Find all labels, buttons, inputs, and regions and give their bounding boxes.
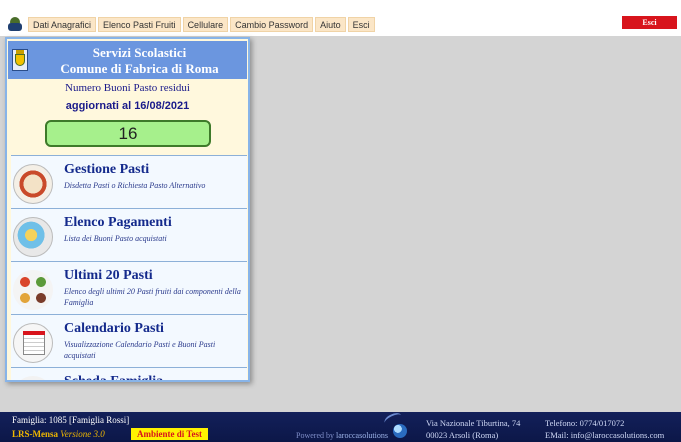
family-info: Famiglia: 1085 [Famiglia Rossi] [12,415,130,425]
top-menu-bar: Dati Anagrafici Elenco Pasti Fruiti Cell… [0,0,681,36]
residual-tickets-label: Numero Buoni Pasto residui [65,82,190,94]
company-logo-icon [393,424,407,438]
powered-brand: laroccasolutions [336,431,388,440]
email-address[interactable]: EMail: info@laroccasolutions.com [545,430,664,440]
entry-title: Calendario Pasti [64,321,164,336]
menu-cambio-password[interactable]: Cambio Password [230,16,314,32]
residual-tickets-count: 16 [45,120,211,147]
menu-entry-gestione-pasti[interactable]: Gestione Pasti Disdetta Pasti o Richiest… [11,156,247,209]
menu-entry-ultimi-20-pasti[interactable]: Ultimi 20 Pasti Elenco degli ultimi 20 P… [11,262,247,315]
services-panel: Servizi Scolastici Comune di Fabrica di … [5,37,250,382]
powered-by[interactable]: Powered by laroccasolutions [296,431,388,440]
powered-prefix: Powered by [296,431,334,440]
menu-aiuto[interactable]: Aiuto [315,16,346,32]
panel-title: Servizi Scolastici [92,45,187,60]
family-app-icon[interactable] [8,17,22,31]
menu-dati-anagrafici[interactable]: Dati Anagrafici [28,16,97,32]
menu-entry-elenco-pagamenti[interactable]: Elenco Pagamenti Lista dei Buoni Pasto a… [11,209,247,262]
entry-title: Scheda Famiglia [64,374,164,382]
menu-esci[interactable]: Esci [347,16,375,32]
entry-description: Visualizzazione Calendario Pasti e Buoni… [64,340,216,360]
entry-title: Ultimi 20 Pasti [64,268,153,283]
phone-number: Telefono: 0774/017072 [545,418,625,428]
app-version: LRS-Mensa Versione 3.0 [12,429,105,439]
menu-cellulare[interactable]: Cellulare [182,16,229,32]
services-menu-list: Gestione Pasti Disdetta Pasti o Richiest… [11,155,247,382]
menu-entry-calendario-pasti[interactable]: Calendario Pasti Visualizzazione Calenda… [11,315,247,368]
entry-description: Elenco degli ultimi 20 Pasti fruiti dai … [64,287,241,307]
address-street: Via Nazionale Tiburtina, 74 [426,418,521,428]
entry-description: Lista dei Buoni Pasto acquistati [64,234,167,243]
entry-title: Gestione Pasti [64,162,150,177]
updated-date-label: aggiornati al 16/08/2021 [65,100,190,112]
footer-bar: Famiglia: 1085 [Famiglia Rossi] LRS-Mens… [0,410,681,442]
menu-elenco-pasti-fruiti[interactable]: Elenco Pasti Fruiti [98,16,181,32]
payments-icon [13,217,53,257]
meal-plate-icon [13,164,53,204]
family-icon [13,376,53,380]
calendar-icon [13,323,53,363]
app-name: LRS-Mensa [12,429,59,439]
entry-description: Disdetta Pasti o Richiesta Pasto Alterna… [64,181,206,190]
main-menu: Dati Anagrafici Elenco Pasti Fruiti Cell… [8,16,377,32]
meals-grid-icon [13,270,53,310]
menu-entry-scheda-famiglia[interactable]: Scheda Famiglia [11,368,247,382]
panel-municipality: Comune di Fabrica di Roma [60,61,219,76]
panel-header: Servizi Scolastici Comune di Fabrica di … [8,41,247,79]
address-city: 00023 Arsoli (Roma) [426,430,499,440]
exit-button[interactable]: Esci [622,16,677,29]
environment-badge: Ambiente di Test [131,428,209,440]
version-label: Versione 3.0 [60,429,105,439]
entry-title: Elenco Pagamenti [64,215,172,230]
